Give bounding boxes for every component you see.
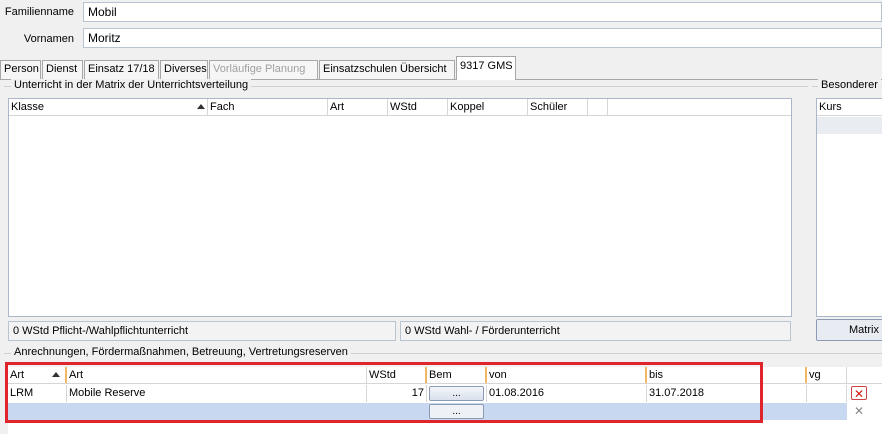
col-filler <box>588 99 608 115</box>
cell-art-code[interactable]: LRM <box>8 385 67 402</box>
tab-vorlaeufige-planung: Vorläufige Planung <box>209 60 318 79</box>
unterricht-grid-header: Klasse Fach Art WStd Koppel Schüler <box>9 99 791 116</box>
cell-vg[interactable] <box>807 385 847 402</box>
besonderer-group-title: Besonderer <box>818 79 881 91</box>
anrechnungen-grid[interactable]: Art Art WStd Bem von bis vg LRM Mobile R… <box>8 367 882 434</box>
col-von[interactable]: von <box>487 367 647 383</box>
unterricht-group-title: Unterricht in der Matrix der Unterrichts… <box>11 79 252 91</box>
matrix-button[interactable]: Matrix <box>816 319 882 341</box>
tab-dienst[interactable]: Dienst <box>42 60 83 79</box>
bem-ellipsis-button[interactable]: ... <box>429 386 484 401</box>
tab-einsatzschulen-uebersicht[interactable]: Einsatzschulen Übersicht <box>319 60 455 79</box>
delete-row-icon-disabled: ✕ <box>853 404 865 418</box>
vornamen-field[interactable]: Moritz <box>83 28 882 48</box>
tab-einsatz[interactable]: Einsatz 17/18 <box>84 60 159 79</box>
cell-art-text[interactable]: Mobile Reserve <box>67 385 367 402</box>
col-kurs[interactable]: Kurs <box>817 99 882 115</box>
col-bem[interactable]: Bem <box>427 367 487 383</box>
cell-bem[interactable]: ... <box>427 385 487 402</box>
col-klasse[interactable]: Klasse <box>9 99 208 115</box>
tab-9317-gms[interactable]: 9317 GMS <box>456 56 516 80</box>
col-art-code[interactable]: Art <box>8 367 67 383</box>
table-row-new[interactable]: ... ✕ <box>8 403 882 420</box>
cell-bis[interactable]: 31.07.2018 <box>647 385 807 402</box>
col-wstd[interactable]: WStd <box>367 367 427 383</box>
col-koppel[interactable]: Koppel <box>448 99 528 115</box>
unterricht-grid[interactable]: Klasse Fach Art WStd Koppel Schüler <box>8 98 792 317</box>
col-bis[interactable]: bis <box>647 367 807 383</box>
col-wstd[interactable]: WStd <box>388 99 448 115</box>
tab-diverses[interactable]: Diverses <box>160 60 208 79</box>
besonderer-grid[interactable]: Kurs <box>816 98 882 317</box>
col-fach[interactable]: Fach <box>208 99 328 115</box>
cell-wstd[interactable]: 17 <box>367 385 427 402</box>
tab-person[interactable]: Person <box>0 60 41 79</box>
col-vg[interactable]: vg <box>807 367 847 383</box>
col-art-text[interactable]: Art <box>67 367 367 383</box>
familienname-label: Familienname <box>4 6 74 18</box>
bem-ellipsis-button-new[interactable]: ... <box>429 404 484 419</box>
besonderer-grid-header: Kurs <box>817 99 882 116</box>
vornamen-label: Vornamen <box>23 33 74 45</box>
anrechnungen-group-title: Anrechnungen, Fördermaßnahmen, Betreuung… <box>11 346 351 358</box>
summary-wahl: 0 WStd Wahl- / Förderunterricht <box>400 321 791 341</box>
delete-row-icon[interactable]: ✕ <box>851 386 867 401</box>
col-art[interactable]: Art <box>328 99 388 115</box>
cell-von[interactable]: 01.08.2016 <box>487 385 647 402</box>
new-row-highlight <box>8 403 847 420</box>
sort-ascending-icon <box>197 104 205 109</box>
table-row[interactable]: LRM Mobile Reserve 17 ... 01.08.2016 31.… <box>8 385 882 402</box>
anrechnungen-grid-header: Art Art WStd Bem von bis vg <box>8 367 882 384</box>
sort-ascending-icon <box>52 372 60 377</box>
col-schueler[interactable]: Schüler <box>528 99 588 115</box>
besonderer-row <box>817 117 882 134</box>
summary-pflicht: 0 WStd Pflicht-/Wahlpflichtunterricht <box>8 321 396 341</box>
familienname-field[interactable]: Mobil <box>83 2 882 22</box>
